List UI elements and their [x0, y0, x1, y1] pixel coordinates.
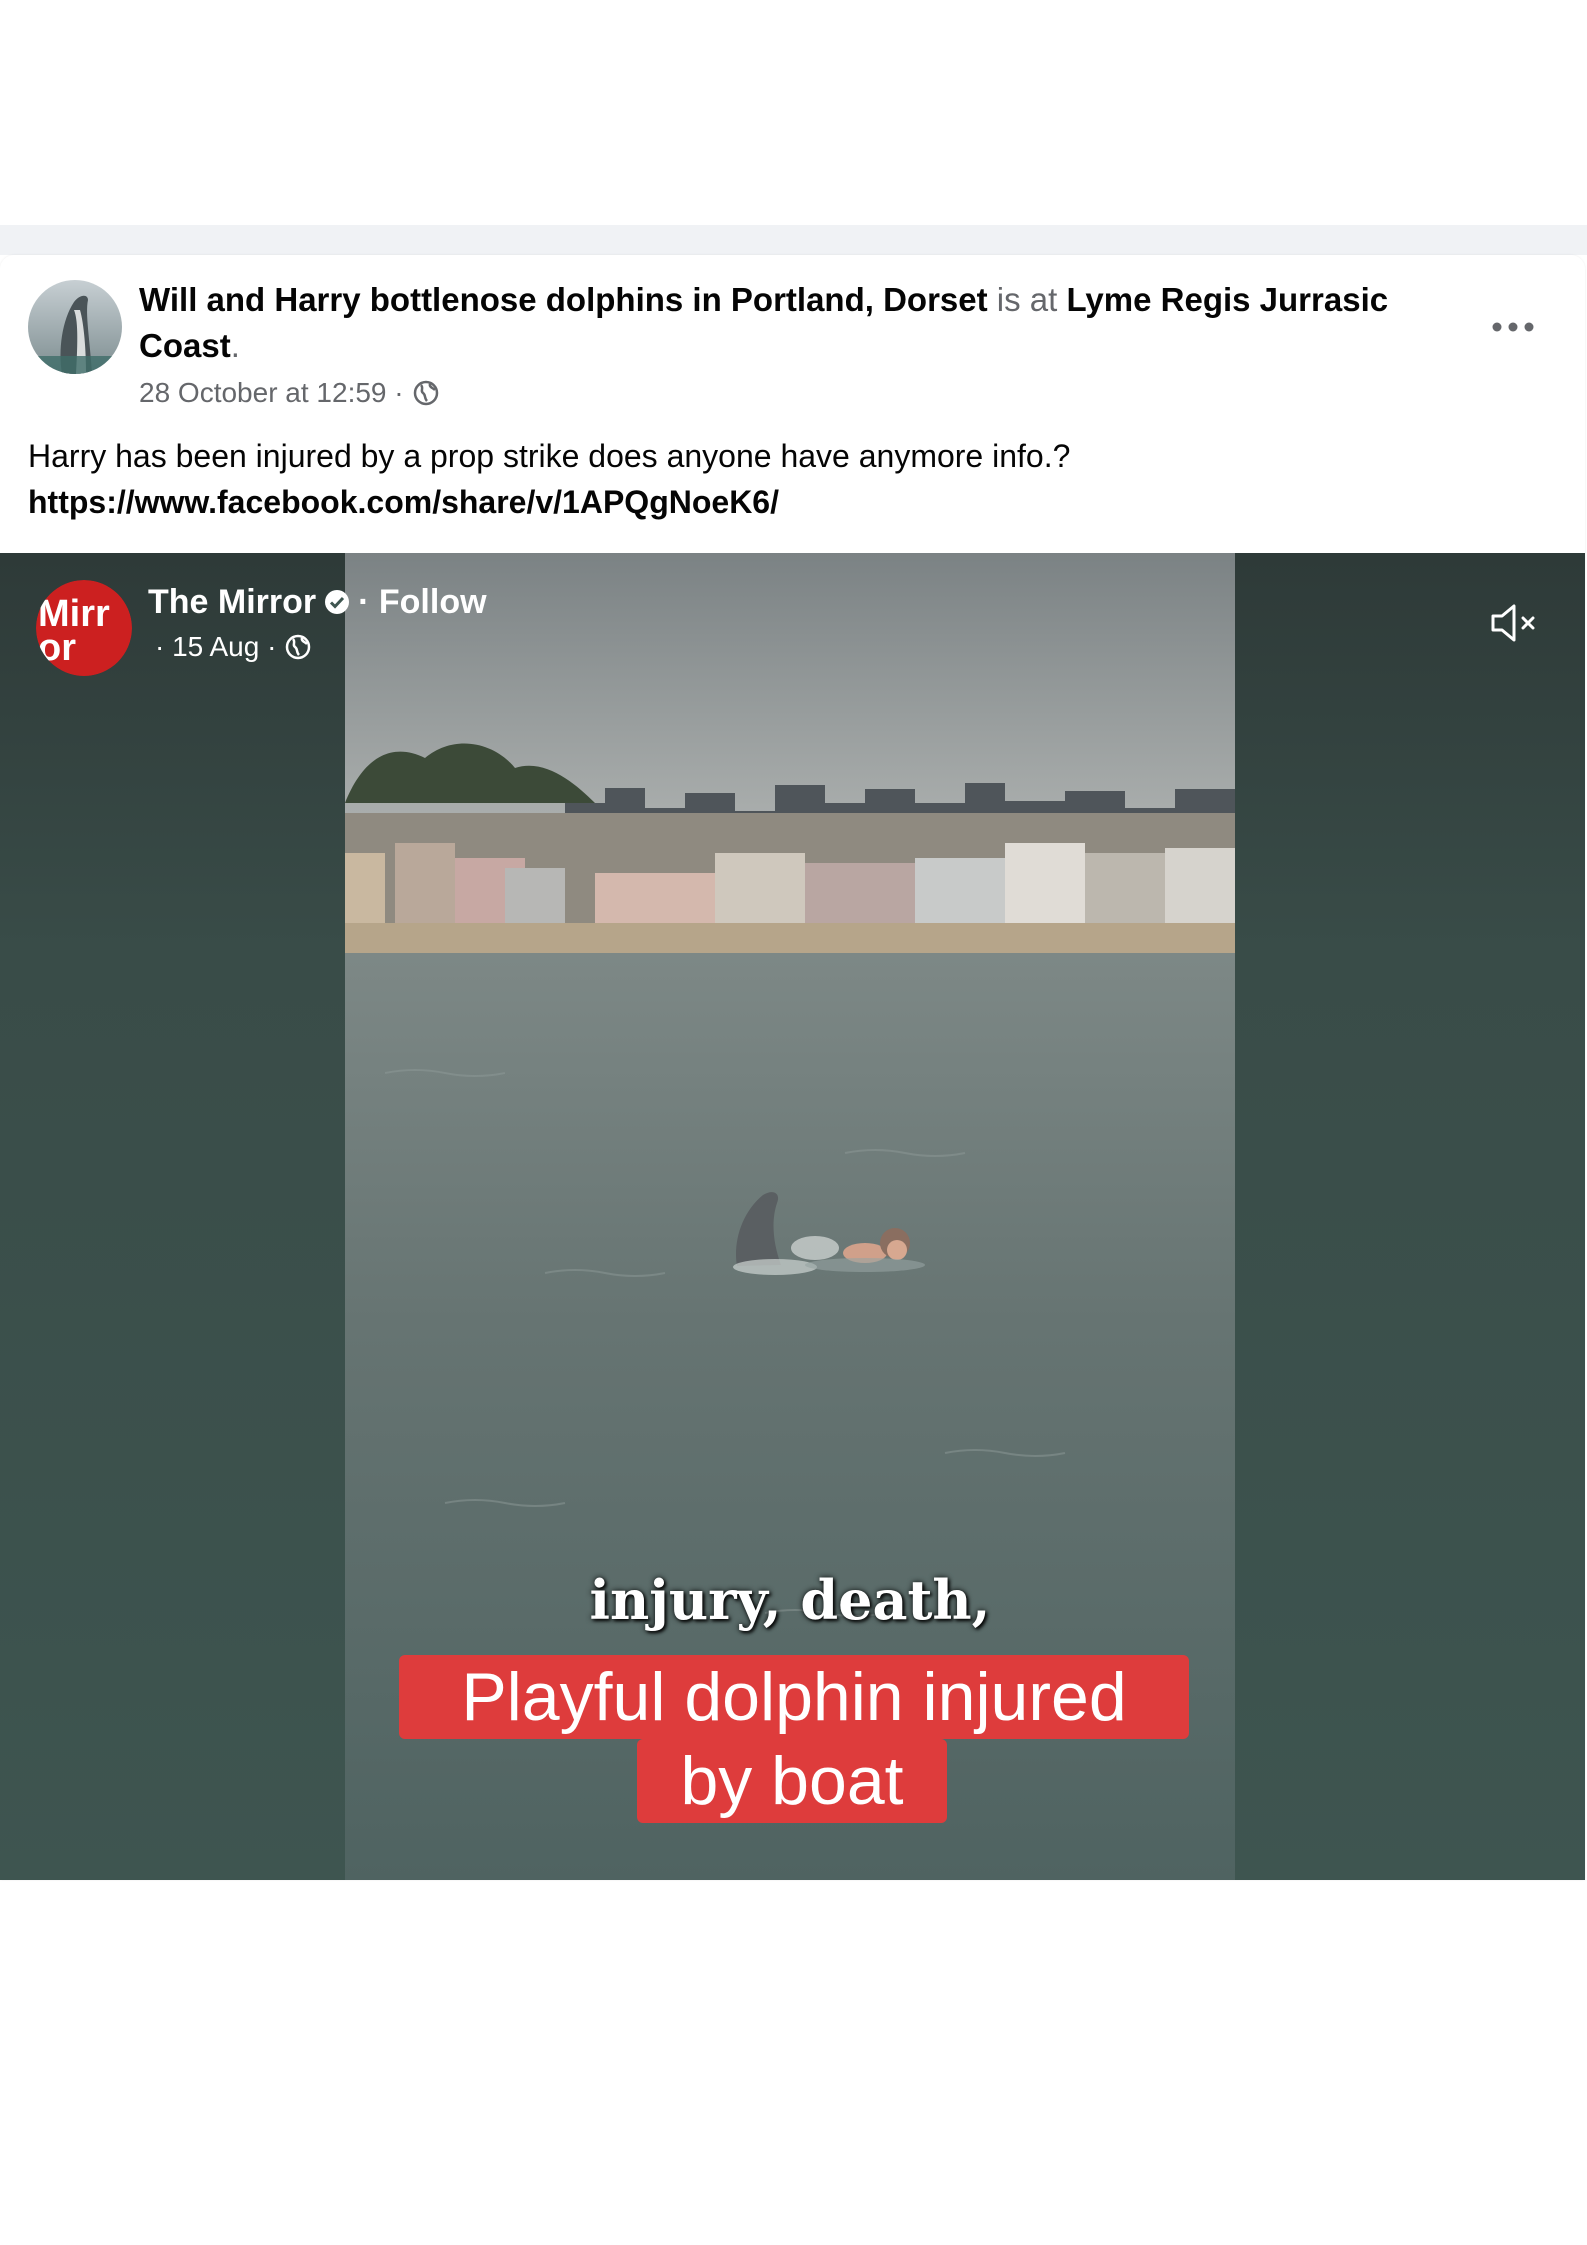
- mute-toggle-button[interactable]: [1487, 595, 1543, 651]
- mirror-logo[interactable]: Mirr or: [36, 580, 132, 676]
- author-name[interactable]: Will and Harry bottlenose dolphins in Po…: [139, 281, 988, 318]
- video-player[interactable]: injury, death, Playful dolphin injured b…: [0, 553, 1585, 1880]
- feed-background-strip: [0, 225, 1587, 255]
- video-caption-line-2: by boat: [637, 1739, 947, 1823]
- video-source-name[interactable]: The Mirror: [148, 581, 316, 623]
- header-period: .: [230, 327, 240, 364]
- more-options-button[interactable]: [1485, 307, 1541, 347]
- page-avatar[interactable]: [28, 280, 122, 374]
- video-subtitle: injury, death,: [589, 1568, 991, 1632]
- more-options-icon: [1492, 322, 1534, 332]
- is-at-text: is at: [996, 281, 1058, 318]
- verified-badge-icon: [325, 590, 350, 614]
- video-source-row: The Mirror · Follow: [148, 581, 487, 623]
- video-date[interactable]: · 15 Aug ·: [155, 631, 276, 663]
- follow-button[interactable]: · Follow: [358, 581, 486, 623]
- video-frame[interactable]: injury, death, Playful dolphin injured b…: [345, 553, 1235, 1880]
- post-header: Will and Harry bottlenose dolphins in Po…: [139, 277, 1439, 369]
- post-text: Harry has been injured by a prop strike …: [28, 438, 1071, 474]
- post-timestamp[interactable]: 28 October at 12:59 ·: [139, 377, 404, 409]
- post-timestamp-row: 28 October at 12:59 ·: [139, 377, 440, 409]
- dolphin-avatar-icon: [28, 280, 122, 374]
- post-body: Harry has been injured by a prop strike …: [28, 433, 1528, 525]
- video-caption-line-1: Playful dolphin injured: [399, 1655, 1189, 1739]
- globe-icon: [413, 380, 438, 406]
- video-meta-row: · 15 Aug ·: [155, 631, 312, 663]
- mirror-logo-text-bottom: or: [38, 627, 76, 669]
- post-card: Will and Harry bottlenose dolphins in Po…: [0, 255, 1585, 1880]
- mirror-logo-icon: Mirr or: [36, 580, 132, 676]
- muted-speaker-icon: [1491, 604, 1535, 642]
- shared-link[interactable]: https://www.facebook.com/share/v/1APQgNo…: [28, 479, 1528, 525]
- globe-icon: [286, 634, 311, 660]
